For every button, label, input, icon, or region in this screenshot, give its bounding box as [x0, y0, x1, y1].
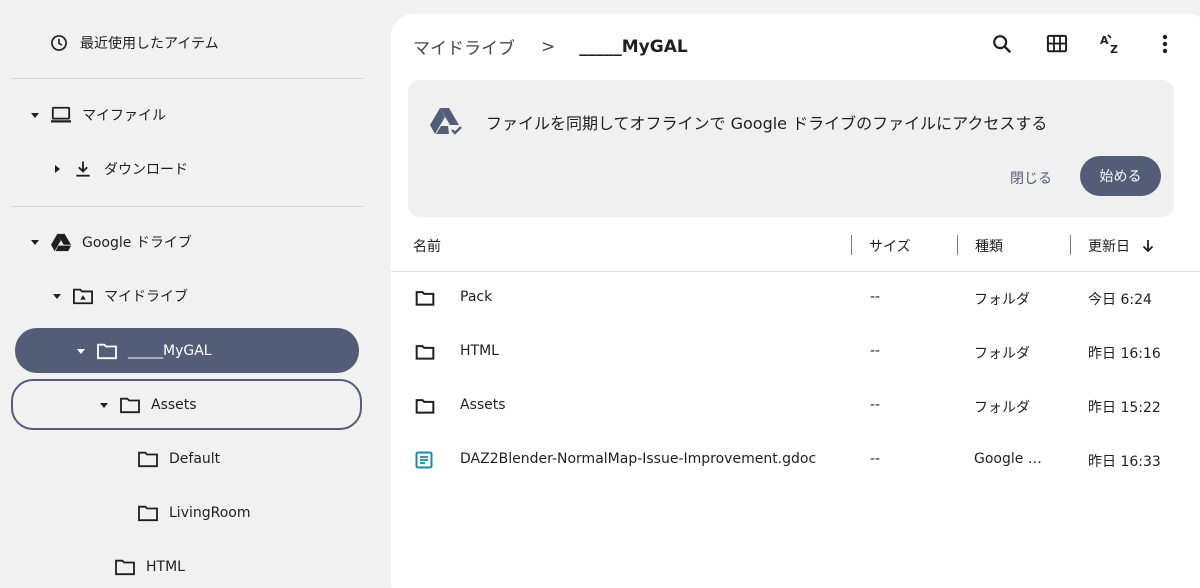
- clock-icon: [48, 32, 70, 54]
- search-icon: [991, 33, 1013, 59]
- get-started-button[interactable]: 始める: [1080, 156, 1161, 196]
- google-doc-icon: [415, 451, 433, 473]
- expand-arrow-icon[interactable]: [97, 400, 111, 410]
- sidebar-item-google-drive[interactable]: Google ドライブ: [22, 220, 352, 264]
- grid-view-button[interactable]: [1043, 32, 1071, 60]
- sidebar-item-label: LivingRoom: [169, 505, 251, 521]
- sidebar-item-assets[interactable]: Assets: [11, 379, 362, 430]
- column-divider[interactable]: [957, 235, 958, 255]
- sidebar-divider: [11, 206, 363, 207]
- folder-icon: [114, 556, 136, 578]
- file-size: --: [870, 397, 881, 413]
- sidebar-item-label: マイドライブ: [104, 289, 188, 305]
- file-type: フォルダ: [974, 400, 1030, 416]
- sidebar-item-recent[interactable]: 最近使用したアイテム: [26, 21, 356, 65]
- table-row[interactable]: Pack -- フォルダ 今日 6:24: [391, 272, 1200, 326]
- file-type: フォルダ: [974, 346, 1030, 362]
- sidebar-divider: [11, 78, 363, 79]
- files-app: 最近使用したアイテム マイファイル ダウンロード Google ドライブ マイド…: [0, 0, 1200, 588]
- column-header-label: 更新日: [1088, 239, 1130, 255]
- svg-text:Z: Z: [1110, 43, 1118, 56]
- sidebar-item-default[interactable]: Default: [137, 437, 347, 481]
- column-header-name[interactable]: 名前: [413, 236, 441, 256]
- breadcrumb-current: _____MyGAL: [579, 36, 688, 57]
- folder-icon: [415, 343, 435, 365]
- more-options-button[interactable]: [1151, 32, 1179, 60]
- sidebar-item-label: _____MyGAL: [128, 342, 212, 359]
- laptop-icon: [50, 104, 72, 126]
- drive-offline-icon: [428, 106, 466, 144]
- header: マイドライブ > _____MyGAL AZ: [391, 14, 1200, 78]
- sidebar-item-label: マイファイル: [82, 108, 166, 124]
- folder-icon: [415, 289, 435, 311]
- sidebar-item-living-room[interactable]: LivingRoom: [137, 491, 347, 535]
- offline-sync-banner: ファイルを同期してオフラインで Google ドライブのファイルにアクセスする …: [408, 80, 1174, 217]
- file-modified: 昨日 16:16: [1088, 346, 1161, 362]
- folder-icon: [119, 394, 141, 416]
- file-modified: 今日 6:24: [1088, 292, 1152, 308]
- sidebar-item-html[interactable]: HTML: [114, 545, 344, 588]
- sidebar-item-label: Assets: [151, 396, 197, 413]
- sort-button[interactable]: AZ: [1097, 32, 1125, 60]
- table-row[interactable]: Assets -- フォルダ 昨日 15:22: [391, 380, 1200, 434]
- column-divider[interactable]: [851, 235, 852, 255]
- sidebar-item-mygal[interactable]: _____MyGAL: [15, 328, 359, 373]
- file-name: DAZ2Blender-NormalMap-Issue-Improvement.…: [460, 451, 817, 467]
- sort-az-icon: AZ: [1099, 32, 1123, 60]
- file-size: --: [870, 289, 881, 305]
- file-size: --: [870, 451, 881, 467]
- file-size: --: [870, 343, 881, 359]
- expand-arrow-icon[interactable]: [74, 346, 88, 356]
- more-vert-icon: [1162, 34, 1168, 58]
- file-name: Pack: [460, 289, 493, 305]
- sidebar-item-my-drive[interactable]: マイドライブ: [44, 274, 344, 318]
- google-drive-icon: [50, 231, 72, 253]
- sidebar: 最近使用したアイテム マイファイル ダウンロード Google ドライブ マイド…: [0, 0, 375, 588]
- file-modified: 昨日 16:33: [1088, 454, 1161, 470]
- table-row[interactable]: HTML -- フォルダ 昨日 16:16: [391, 326, 1200, 380]
- column-divider[interactable]: [1070, 235, 1071, 255]
- breadcrumb-root[interactable]: マイドライブ: [413, 34, 515, 59]
- grid-view-icon: [1046, 34, 1068, 58]
- column-header-type[interactable]: 種類: [975, 236, 1003, 256]
- file-type: フォルダ: [974, 292, 1030, 308]
- collapsed-arrow-icon[interactable]: [50, 164, 64, 174]
- folder-icon: [415, 397, 435, 419]
- sidebar-item-label: Google ドライブ: [82, 235, 192, 251]
- file-type: Google …: [974, 451, 1042, 467]
- sort-descending-icon: [1142, 239, 1154, 253]
- table-header: 名前 サイズ 種類 更新日: [391, 221, 1200, 272]
- expand-arrow-icon[interactable]: [28, 110, 42, 120]
- svg-text:A: A: [1100, 34, 1109, 47]
- search-button[interactable]: [988, 32, 1016, 60]
- sidebar-item-my-files[interactable]: マイファイル: [22, 93, 352, 137]
- file-name: Assets: [460, 397, 506, 413]
- expand-arrow-icon[interactable]: [28, 237, 42, 247]
- column-header-modified[interactable]: 更新日: [1088, 236, 1154, 256]
- download-icon: [72, 158, 94, 180]
- main-panel: マイドライブ > _____MyGAL AZ ファイルを同期してオフラインで G…: [391, 14, 1200, 588]
- expand-arrow-icon[interactable]: [50, 291, 64, 301]
- file-modified: 昨日 15:22: [1088, 400, 1161, 416]
- sidebar-item-label: HTML: [146, 559, 185, 575]
- sidebar-item-downloads[interactable]: ダウンロード: [44, 147, 344, 191]
- breadcrumb: マイドライブ > _____MyGAL: [413, 34, 688, 60]
- folder-icon: [137, 448, 159, 470]
- file-name: HTML: [460, 343, 499, 359]
- breadcrumb-separator: >: [541, 36, 556, 57]
- banner-message: ファイルを同期してオフラインで Google ドライブのファイルにアクセスする: [486, 114, 1048, 133]
- sidebar-item-label: Default: [169, 451, 221, 467]
- sidebar-item-label: 最近使用したアイテム: [80, 36, 219, 52]
- column-header-size[interactable]: サイズ: [869, 236, 911, 256]
- table-row[interactable]: DAZ2Blender-NormalMap-Issue-Improvement.…: [391, 434, 1200, 488]
- sidebar-item-label: ダウンロード: [104, 162, 188, 178]
- dismiss-button[interactable]: 閉じる: [994, 158, 1068, 198]
- folder-icon: [137, 502, 159, 524]
- folder-icon: [96, 340, 118, 362]
- drive-folder-icon: [72, 285, 94, 307]
